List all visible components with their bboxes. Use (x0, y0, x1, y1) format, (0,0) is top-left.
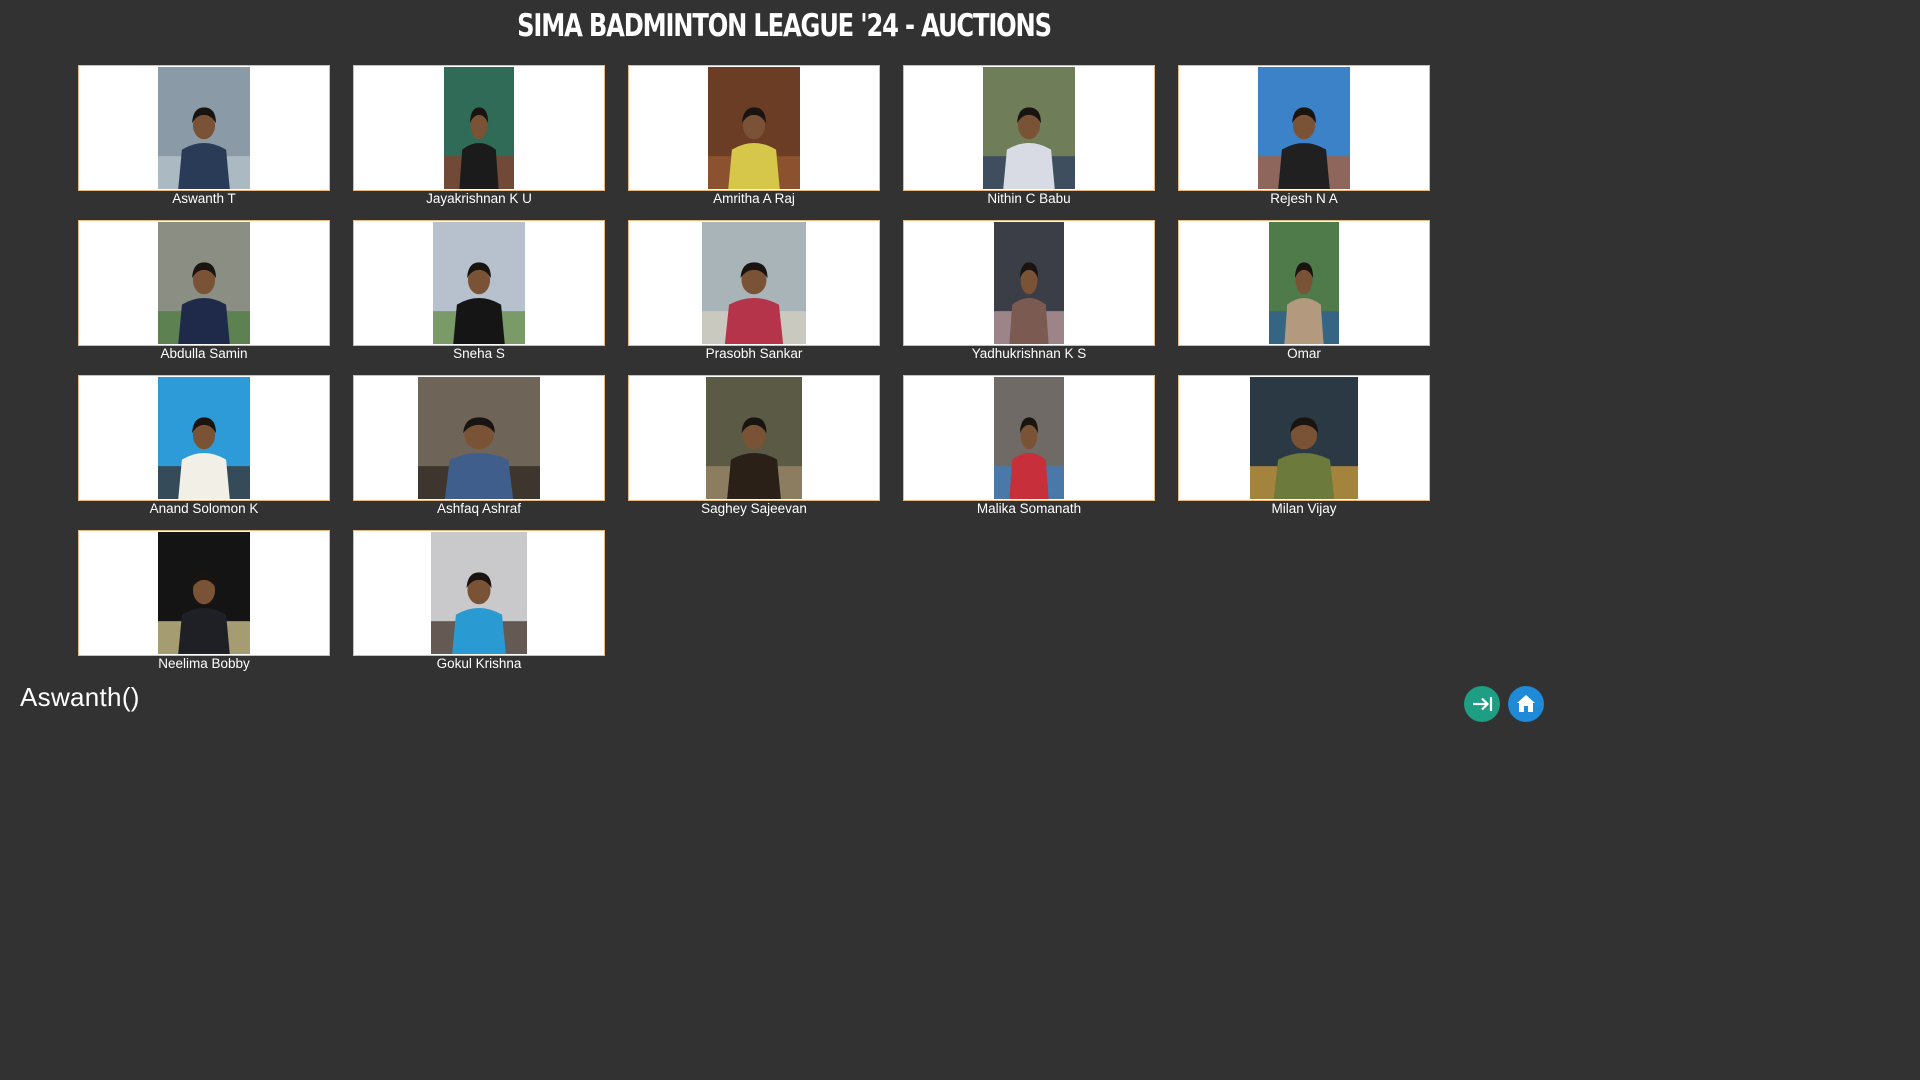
player-photo (1250, 377, 1358, 499)
player-photo-frame (78, 220, 330, 346)
player-photo-frame (903, 65, 1155, 191)
player-card[interactable]: Yadhukrishnan K S (903, 220, 1155, 375)
portrait-placeholder (158, 377, 250, 499)
player-photo-frame (1178, 375, 1430, 501)
player-photo (431, 532, 527, 654)
player-photo-frame (1178, 220, 1430, 346)
player-card[interactable]: Nithin C Babu (903, 65, 1155, 220)
portrait-placeholder (158, 67, 250, 189)
player-photo-frame (353, 65, 605, 191)
player-photo-frame (1178, 65, 1430, 191)
player-name: Aswanth T (172, 191, 236, 206)
player-name: Abdulla Samin (160, 346, 248, 361)
player-card[interactable]: Milan Vijay (1178, 375, 1430, 530)
player-photo (418, 377, 540, 499)
player-photo-frame (353, 375, 605, 501)
page-title: SIMA BADMINTON LEAGUE '24 - AUCTIONS (517, 8, 1052, 44)
current-player-label: Aswanth() (20, 682, 140, 712)
player-name: Neelima Bobby (158, 656, 250, 671)
portrait-placeholder (444, 67, 514, 189)
player-photo (158, 67, 250, 189)
player-name: Nithin C Babu (987, 191, 1071, 206)
player-photo-frame (628, 65, 880, 191)
skip-to-end-icon (1473, 697, 1493, 711)
player-photo (433, 222, 525, 344)
player-photo (1258, 67, 1350, 189)
player-card[interactable]: Gokul Krishna (353, 530, 605, 685)
portrait-placeholder (433, 222, 525, 344)
player-name: Jayakrishnan K U (426, 191, 532, 206)
player-photo (1269, 222, 1339, 344)
player-card[interactable]: Anand Solomon K (78, 375, 330, 530)
player-card[interactable]: Saghey Sajeevan (628, 375, 880, 530)
player-photo-frame (353, 530, 605, 656)
portrait-placeholder (983, 67, 1075, 189)
portrait-placeholder (1269, 222, 1339, 344)
portrait-placeholder (994, 222, 1064, 344)
player-grid: Aswanth T Jayakrishnan K U Amritha A Raj Ni… (78, 65, 1430, 685)
player-photo-frame (628, 220, 880, 346)
auction-page: SIMA BADMINTON LEAGUE '24 - AUCTIONS Asw… (0, 0, 1568, 882)
player-name: Ashfaq Ashraf (436, 501, 522, 516)
player-name: Omar (1287, 346, 1321, 361)
player-name: Gokul Krishna (436, 656, 522, 671)
player-photo-frame (628, 375, 880, 501)
player-card[interactable]: Prasobh Sankar (628, 220, 880, 375)
player-photo-frame (78, 65, 330, 191)
player-photo-frame (353, 220, 605, 346)
player-card[interactable]: Omar (1178, 220, 1430, 375)
player-photo-frame (903, 375, 1155, 501)
player-card[interactable]: Neelima Bobby (78, 530, 330, 685)
player-name: Sneha S (453, 346, 505, 361)
portrait-placeholder (706, 377, 802, 499)
player-card[interactable]: Jayakrishnan K U (353, 65, 605, 220)
player-card[interactable]: Malika Somanath (903, 375, 1155, 530)
portrait-placeholder (1250, 377, 1358, 499)
player-photo (158, 222, 250, 344)
player-photo (994, 222, 1064, 344)
player-photo (983, 67, 1075, 189)
portrait-placeholder (1258, 67, 1350, 189)
player-photo-frame (78, 375, 330, 501)
portrait-placeholder (158, 532, 250, 654)
portrait-placeholder (994, 377, 1064, 499)
portrait-placeholder (431, 532, 527, 654)
player-photo (158, 532, 250, 654)
home-button[interactable] (1508, 686, 1544, 722)
player-card[interactable]: Sneha S (353, 220, 605, 375)
player-name: Milan Vijay (1271, 501, 1337, 516)
player-name: Saghey Sajeevan (701, 501, 807, 516)
player-photo (158, 377, 250, 499)
player-photo-frame (78, 530, 330, 656)
player-photo-frame (903, 220, 1155, 346)
player-card[interactable]: Aswanth T (78, 65, 330, 220)
portrait-placeholder (708, 67, 800, 189)
home-icon (1517, 695, 1535, 712)
player-card[interactable]: Ashfaq Ashraf (353, 375, 605, 530)
player-name: Malika Somanath (976, 501, 1082, 516)
player-name: Amritha A Raj (713, 191, 795, 206)
portrait-placeholder (158, 222, 250, 344)
player-card[interactable]: Rejesh N A (1178, 65, 1430, 220)
player-photo (702, 222, 806, 344)
player-name: Yadhukrishnan K S (971, 346, 1087, 361)
portrait-placeholder (418, 377, 540, 499)
player-card[interactable]: Amritha A Raj (628, 65, 880, 220)
player-name: Anand Solomon K (149, 501, 259, 516)
portrait-placeholder (702, 222, 806, 344)
player-photo (708, 67, 800, 189)
player-name: Rejesh N A (1270, 191, 1338, 206)
player-card[interactable]: Abdulla Samin (78, 220, 330, 375)
player-photo (994, 377, 1064, 499)
next-button[interactable] (1464, 686, 1500, 722)
player-photo (444, 67, 514, 189)
player-photo (706, 377, 802, 499)
player-name: Prasobh Sankar (705, 346, 803, 361)
